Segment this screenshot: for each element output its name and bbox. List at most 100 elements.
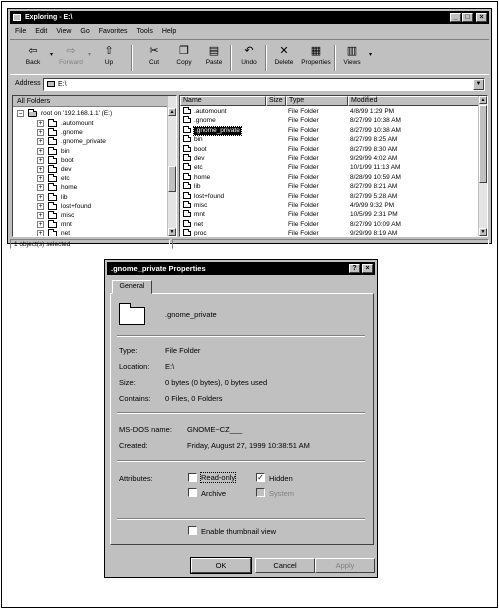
expand-icon[interactable]: + xyxy=(37,212,44,219)
menu-go[interactable]: Go xyxy=(80,26,89,38)
scroll-down-icon[interactable]: ▼ xyxy=(479,228,487,236)
tree-item[interactable]: + mnt xyxy=(37,220,162,229)
up-button[interactable]: ⇧ Up xyxy=(92,43,126,74)
expand-icon[interactable]: + xyxy=(37,202,44,210)
scroll-thumb[interactable] xyxy=(479,105,487,183)
views-button[interactable]: ▥ Views ▾ xyxy=(335,43,372,74)
menu-file[interactable]: File xyxy=(15,26,26,38)
tree-item[interactable]: + misc xyxy=(37,211,162,220)
file-row[interactable]: home File Folder 8/28/99 10:59 AM xyxy=(180,172,478,182)
tree-item[interactable]: + lib xyxy=(37,192,162,202)
file-row[interactable]: misc File Folder 4/9/99 9:32 PM xyxy=(180,201,478,210)
tree-item[interactable]: + dev xyxy=(37,165,162,174)
column-name[interactable]: Name xyxy=(180,96,266,106)
tree-item[interactable]: + .automount xyxy=(37,119,162,128)
expand-icon[interactable]: + xyxy=(37,184,44,192)
file-row[interactable]: .gnome_private File Folder 8/27/99 10:38 A… xyxy=(180,125,478,136)
paste-button[interactable]: ▤ Paste xyxy=(197,43,231,74)
folder-name-field[interactable]: .gnome_private xyxy=(162,308,365,322)
archive-checkbox[interactable] xyxy=(188,488,197,497)
expand-icon[interactable]: + xyxy=(37,138,44,146)
column-modified[interactable]: Modified xyxy=(348,96,480,106)
file-row[interactable]: dev File Folder 9/29/99 4:02 AM xyxy=(180,154,478,163)
file-modified: 4/9/99 9:32 PM xyxy=(350,202,395,209)
file-row[interactable]: etc File Folder 10/1/99 11:13 AM xyxy=(180,163,478,172)
tab-general[interactable]: General xyxy=(112,280,152,294)
readonly-checkbox[interactable] xyxy=(188,473,197,482)
file-row[interactable]: .gnome File Folder 8/27/99 10:38 AM xyxy=(180,116,478,125)
tree-item[interactable]: + net xyxy=(37,229,162,236)
views-dropdown-icon[interactable]: ▾ xyxy=(369,51,372,58)
scroll-down-icon[interactable]: ▼ xyxy=(168,228,176,236)
folder-icon xyxy=(183,191,191,199)
menu-edit[interactable]: Edit xyxy=(35,26,47,38)
menu-view[interactable]: View xyxy=(56,26,71,38)
ok-button[interactable]: OK xyxy=(190,557,252,574)
expand-icon[interactable]: + xyxy=(37,193,44,201)
file-row[interactable]: proc File Folder 9/29/99 8:19 AM xyxy=(180,229,478,236)
maximize-button[interactable]: □ xyxy=(462,13,473,22)
scroll-up-icon[interactable]: ▲ xyxy=(168,108,176,116)
thumbnail-label[interactable]: Enable thumbnail view xyxy=(201,527,276,536)
archive-label[interactable]: Archive xyxy=(201,489,226,498)
thumbnail-checkbox[interactable] xyxy=(188,526,197,535)
tree-item[interactable]: + home xyxy=(37,183,162,192)
tree-item[interactable]: + .gnome_private xyxy=(37,137,162,146)
help-button[interactable]: ? xyxy=(349,264,360,273)
address-dropdown-icon[interactable]: ▼ xyxy=(473,79,484,90)
file-row[interactable]: lib File Folder 8/27/99 8:21 AM xyxy=(180,182,478,191)
address-input[interactable]: E:\ ▼ xyxy=(43,78,485,91)
tree-item[interactable]: + bin xyxy=(37,146,162,156)
expand-icon[interactable]: + xyxy=(37,166,44,173)
properties-button[interactable]: ▦ Properties xyxy=(299,43,333,74)
cancel-button[interactable]: Cancel xyxy=(255,558,315,573)
forward-button[interactable]: ⇨ Forward ▾ xyxy=(54,43,91,74)
scroll-up-icon[interactable]: ▲ xyxy=(479,96,487,104)
expand-icon[interactable]: + xyxy=(37,147,44,155)
hidden-label[interactable]: Hidden xyxy=(269,474,293,483)
file-row[interactable]: .automount File Folder 4/8/99 1:29 PM xyxy=(180,107,478,116)
expand-icon[interactable]: + xyxy=(37,120,44,127)
tree-item[interactable]: + .gnome xyxy=(37,128,162,137)
column-size[interactable]: Size xyxy=(266,96,286,106)
menu-help[interactable]: Help xyxy=(162,26,176,38)
menu-favorites[interactable]: Favorites xyxy=(99,26,128,38)
back-dropdown-icon[interactable]: ▾ xyxy=(50,51,53,58)
file-list-scrollbar[interactable]: ▲ ▼ xyxy=(478,96,487,236)
explorer-title-bar[interactable]: Exploring - E:\ _ □ × xyxy=(10,11,489,24)
tree-item[interactable]: + boot xyxy=(37,155,162,165)
tree-item[interactable]: + etc xyxy=(37,174,162,183)
cut-button[interactable]: ✂ Cut xyxy=(137,43,171,74)
hidden-checkbox[interactable]: ✓ xyxy=(256,473,265,482)
minimize-button[interactable]: _ xyxy=(450,13,461,22)
expand-icon[interactable]: + xyxy=(37,175,44,183)
column-type[interactable]: Type xyxy=(286,96,348,106)
file-row[interactable]: bin File Folder 8/27/99 8:25 AM xyxy=(180,135,478,144)
file-row[interactable]: net File Folder 8/27/99 10:09 AM xyxy=(180,219,478,229)
tree-scrollbar[interactable]: ▲ ▼ xyxy=(167,96,176,236)
expand-icon[interactable]: + xyxy=(37,129,44,137)
tree-root-item[interactable]: − root on '192.168.1.1' (E:) xyxy=(17,109,167,118)
file-row[interactable]: mnt File Folder 10/5/99 2:31 PM xyxy=(180,210,478,219)
delete-button[interactable]: ✕ Delete xyxy=(267,43,301,74)
expand-icon[interactable]: + xyxy=(37,230,44,236)
expand-icon[interactable]: + xyxy=(37,156,44,164)
scroll-thumb[interactable] xyxy=(168,166,176,192)
file-row[interactable]: boot File Folder 8/27/99 8:30 AM xyxy=(180,144,478,154)
readonly-label[interactable]: Read-only xyxy=(199,472,237,483)
close-button[interactable]: × xyxy=(476,13,487,22)
dialog-close-button[interactable]: × xyxy=(362,264,373,273)
file-modified: 8/27/99 10:38 AM xyxy=(350,126,401,134)
file-row[interactable]: lost+found File Folder 8/27/99 5:28 AM xyxy=(180,191,478,201)
expand-icon[interactable]: + xyxy=(37,221,44,229)
file-type: File Folder xyxy=(288,117,319,125)
collapse-icon[interactable]: − xyxy=(17,110,24,117)
menu-tools[interactable]: Tools xyxy=(137,26,153,38)
file-type: File Folder xyxy=(288,155,319,162)
forward-dropdown-icon[interactable]: ▾ xyxy=(88,51,91,58)
tree-item[interactable]: + lost+found xyxy=(37,201,162,211)
dialog-title-bar[interactable]: .gnome_private Properties ? × xyxy=(107,262,375,275)
undo-button[interactable]: ↶ Undo xyxy=(232,43,266,74)
copy-button[interactable]: ❐ Copy xyxy=(167,43,201,74)
back-button[interactable]: ⇦ Back ▾ xyxy=(16,43,53,74)
